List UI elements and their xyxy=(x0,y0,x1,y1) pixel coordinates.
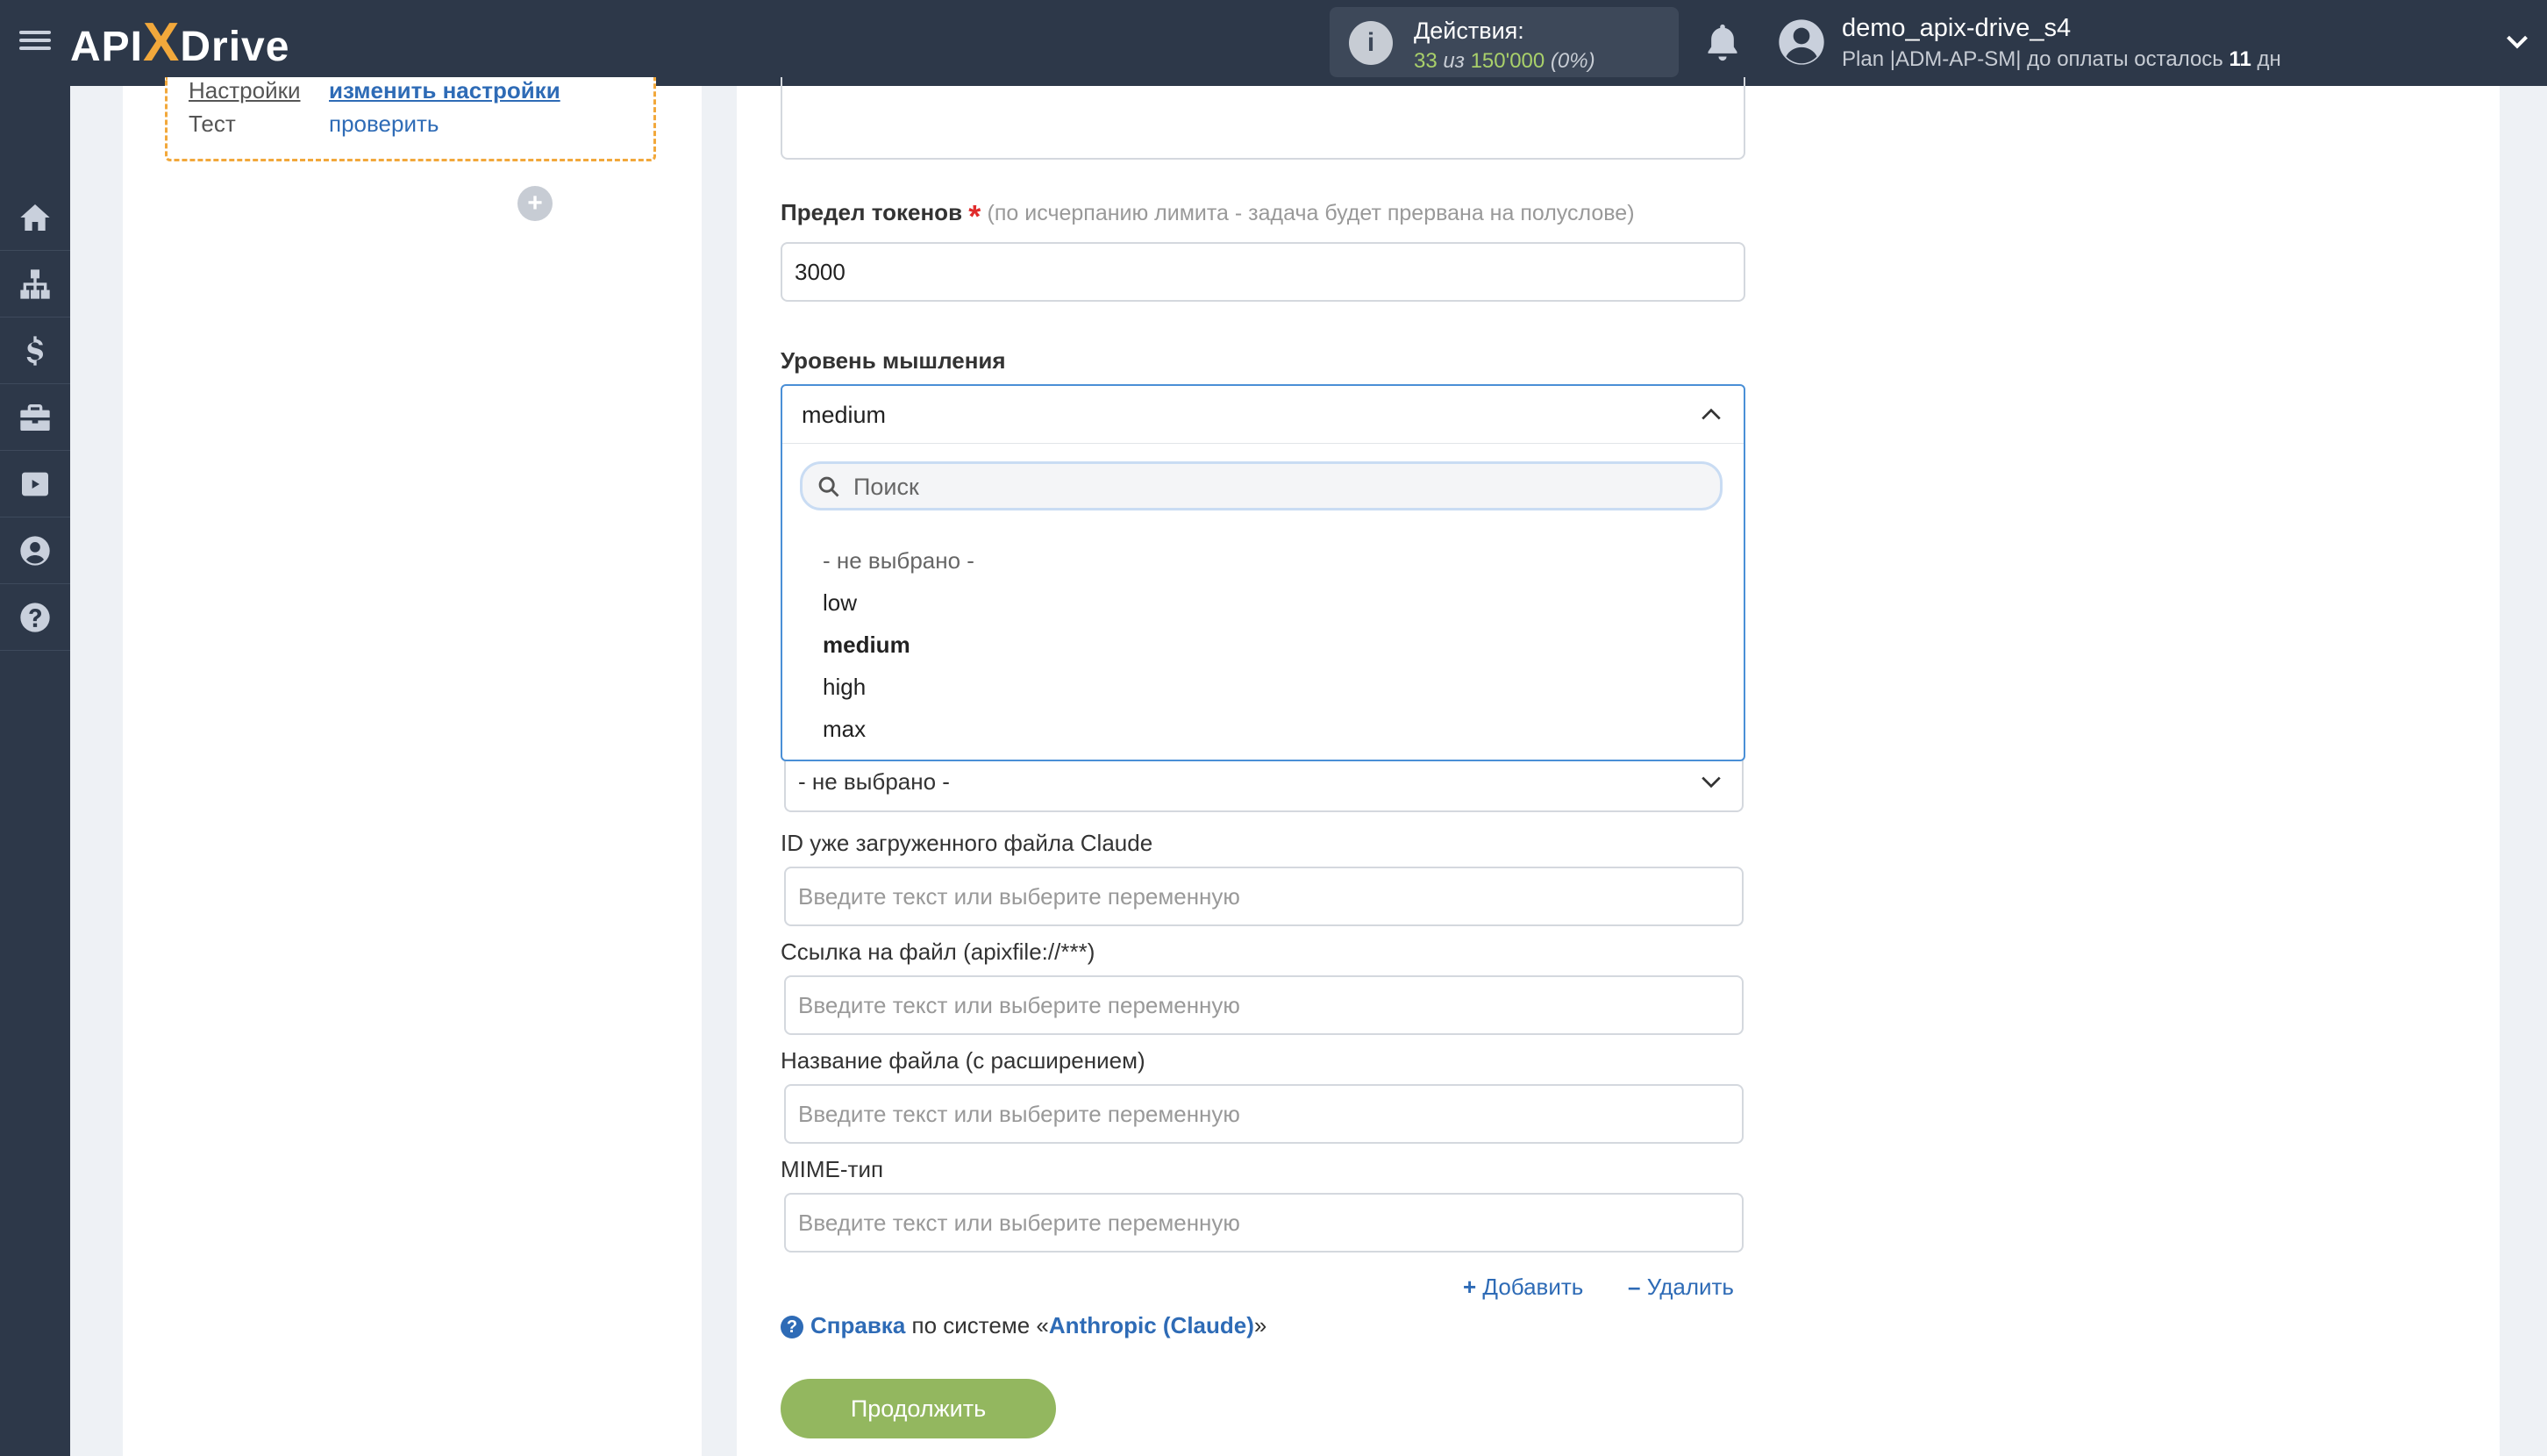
home-icon xyxy=(20,203,50,231)
menu-icon[interactable] xyxy=(19,26,51,58)
dollar-icon xyxy=(26,335,43,366)
sidebar-item-connections[interactable] xyxy=(0,251,70,318)
top-header: APIXDrive i Действия: 33 из 150'000 (0%)… xyxy=(0,0,2547,86)
actions-value: 33 из 150'000 (0%) xyxy=(1414,49,1595,73)
user-plan: Plan |ADM-AP-SM| до оплаты осталось 11 д… xyxy=(1842,47,2281,71)
help-icon xyxy=(20,602,50,632)
user-circle-icon xyxy=(20,535,50,566)
actions-counter[interactable]: i Действия: 33 из 150'000 (0%) xyxy=(1330,7,1679,77)
youtube-icon xyxy=(22,472,48,496)
continue-button[interactable]: Продолжить xyxy=(781,1379,1056,1438)
apixdrive-logo[interactable]: APIXDrive xyxy=(70,12,289,74)
option-none[interactable]: - не выбрано - xyxy=(823,547,974,575)
file-name-label: Название файла (с расширением) xyxy=(781,1047,1145,1074)
required-mark: * xyxy=(968,198,981,234)
thinking-level-dropdown[interactable]: medium - не выбрано - low medium high ma… xyxy=(781,384,1745,761)
remove-field-button[interactable]: – Удалить xyxy=(1628,1274,1734,1301)
sidebar-item-home[interactable] xyxy=(0,184,70,251)
chevron-up-icon[interactable] xyxy=(1700,405,1723,423)
file-id-label: ID уже загруженного файла Claude xyxy=(781,830,1153,856)
mime-type-label: MIME-тип xyxy=(781,1156,884,1182)
bell-icon[interactable] xyxy=(1703,21,1742,63)
sidebar-item-services[interactable] xyxy=(0,384,70,451)
token-limit-hint: (по исчерпанию лимита - задача будет пре… xyxy=(987,201,1635,225)
step-box: Настройки изменить настройки Тест проверит… xyxy=(165,77,656,161)
sidebar-item-billing[interactable] xyxy=(0,318,70,384)
add-step-button[interactable]: + xyxy=(517,186,553,221)
help-link[interactable]: ? Справка по системе «Anthropic (Claude)» xyxy=(781,1312,1266,1339)
file-link-input[interactable]: Введите текст или выберите переменную xyxy=(784,975,1744,1035)
info-icon: i xyxy=(1349,21,1393,65)
question-icon: ? xyxy=(781,1316,803,1338)
prompt-textarea[interactable] xyxy=(781,77,1745,160)
user-avatar-icon[interactable] xyxy=(1777,18,1826,67)
file-link-label: Ссылка на файл (apixfile://***) xyxy=(781,939,1095,965)
actions-label: Действия: xyxy=(1414,18,1524,44)
logo-text-x: X xyxy=(143,12,181,73)
logo-text-left: API xyxy=(70,24,144,70)
file-name-input[interactable]: Введите текст или выберите переменную xyxy=(784,1084,1744,1144)
settings-form: Предел токенов * (по исчерпанию лимита -… xyxy=(737,77,2500,1456)
option-low[interactable]: low xyxy=(823,589,857,617)
chevron-down-icon[interactable] xyxy=(2505,32,2529,53)
option-high[interactable]: high xyxy=(823,674,866,701)
option-medium[interactable]: medium xyxy=(823,632,910,659)
thinking-level-selected[interactable]: medium xyxy=(782,386,1744,444)
settings-label[interactable]: Настройки xyxy=(189,77,329,104)
token-limit-input[interactable]: 3000 xyxy=(781,242,1745,302)
connection-steps-panel: Настройки изменить настройки Тест проверит… xyxy=(123,77,702,1456)
sidebar-item-help[interactable] xyxy=(0,584,70,651)
step-row-test: Тест проверить xyxy=(189,111,439,138)
briefcase-icon xyxy=(20,403,50,431)
check-link[interactable]: проверить xyxy=(329,111,439,137)
mime-type-input[interactable]: Введите текст или выберите переменную xyxy=(784,1193,1744,1253)
chevron-down-icon xyxy=(1702,776,1721,789)
file-type-select[interactable]: - не выбрано - xyxy=(784,760,1744,812)
sidebar-item-videos[interactable] xyxy=(0,451,70,517)
plus-icon: + xyxy=(1463,1274,1477,1300)
file-id-input[interactable]: Введите текст или выберите переменную xyxy=(784,867,1744,926)
user-name[interactable]: demo_apix-drive_s4 xyxy=(1842,14,2071,43)
minus-icon: – xyxy=(1628,1274,1641,1300)
file-type-select-value: - не выбрано - xyxy=(798,768,950,795)
logo-text-right: Drive xyxy=(180,24,290,70)
test-label: Тест xyxy=(189,111,236,137)
search-input[interactable] xyxy=(853,469,1695,504)
option-max[interactable]: max xyxy=(823,716,866,743)
dropdown-search[interactable] xyxy=(800,461,1723,510)
sidebar-item-account[interactable] xyxy=(0,517,70,584)
add-field-button[interactable]: + Добавить xyxy=(1463,1274,1583,1301)
search-icon xyxy=(818,476,839,497)
thinking-level-label: Уровень мышления xyxy=(781,347,1006,374)
sidebar xyxy=(0,86,70,1456)
change-settings-link[interactable]: изменить настройки xyxy=(329,77,560,103)
sitemap-icon xyxy=(20,268,50,299)
step-row-settings: Настройки изменить настройки xyxy=(189,77,560,104)
thinking-level-selected-value: medium xyxy=(802,402,887,428)
token-limit-label: Предел токенов * (по исчерпанию лимита -… xyxy=(781,198,1635,234)
